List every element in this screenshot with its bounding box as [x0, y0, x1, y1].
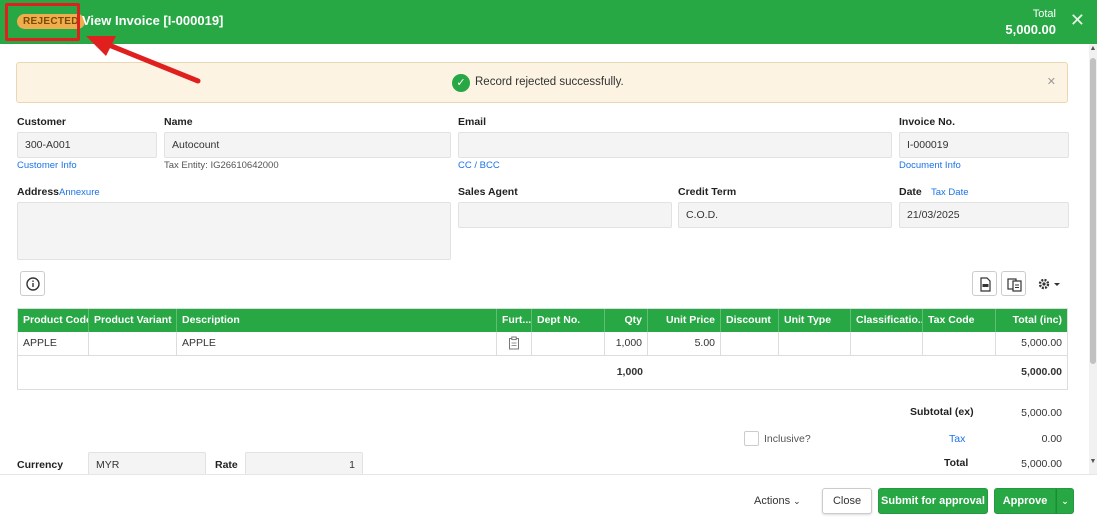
line-items-table: Product Code Product Variant Description…	[17, 308, 1068, 390]
table-row[interactable]: APPLE APPLE 1,000 5.00 5,000.00	[18, 332, 1067, 356]
copy-document-button[interactable]	[1001, 271, 1026, 296]
cell-further[interactable]	[497, 332, 532, 355]
clipboard-icon[interactable]	[508, 336, 520, 350]
cell-description[interactable]: APPLE	[177, 332, 497, 355]
rate-field[interactable]: 1	[245, 452, 363, 474]
document-info-link[interactable]: Document Info	[899, 160, 961, 171]
cell-total[interactable]: 5,000.00	[996, 332, 1067, 355]
sum-qty: 1,000	[616, 366, 643, 378]
cell-qty[interactable]: 1,000	[605, 332, 648, 355]
action-footer: Actions ⌄ Close Submit for approval Appr…	[0, 474, 1097, 532]
cell-discount[interactable]	[721, 332, 779, 355]
date-field[interactable]: 21/03/2025	[899, 202, 1069, 228]
inclusive-label: Inclusive?	[764, 433, 811, 445]
cell-classification[interactable]	[851, 332, 923, 355]
chevron-down-icon: ⌄	[1061, 496, 1069, 506]
sales-agent-field[interactable]	[458, 202, 672, 228]
approve-button[interactable]: Approve	[994, 488, 1056, 514]
approve-dropdown-button[interactable]: ⌄	[1056, 488, 1074, 514]
col-description[interactable]: Description	[177, 309, 497, 332]
col-product-variant[interactable]: Product Variant	[89, 309, 177, 332]
col-product-code[interactable]: Product Code	[18, 309, 89, 332]
name-field[interactable]: Autocount	[164, 132, 451, 158]
customer-field[interactable]: 300-A001	[17, 132, 157, 158]
subtotal-value: 5,000.00	[1021, 407, 1062, 419]
close-button[interactable]: Close	[822, 488, 872, 514]
table-header: Product Code Product Variant Description…	[18, 309, 1067, 332]
settings-dropdown[interactable]	[1035, 275, 1065, 295]
invoice-body: ✓ Record rejected successfully. ✕ Custom…	[0, 44, 1089, 474]
tax-link[interactable]: Tax	[949, 433, 965, 445]
tax-value: 0.00	[1041, 433, 1062, 445]
info-button[interactable]	[20, 271, 45, 296]
currency-label: Currency	[17, 459, 64, 471]
col-dept-no[interactable]: Dept No.	[532, 309, 605, 332]
invoice-no-field[interactable]: I-000019	[899, 132, 1069, 158]
alert-message: Record rejected successfully.	[475, 76, 624, 88]
total-value: 5,000.00	[1021, 458, 1062, 470]
name-label: Name	[164, 116, 193, 128]
submit-for-approval-button[interactable]: Submit for approval	[878, 488, 988, 514]
email-label: Email	[458, 116, 487, 128]
address-field[interactable]	[17, 202, 451, 260]
tax-date-link[interactable]: Tax Date	[931, 187, 969, 198]
credit-term-label: Credit Term	[678, 186, 737, 198]
credit-term-field[interactable]: C.O.D.	[678, 202, 892, 228]
pdf-icon	[980, 277, 991, 292]
tax-entity-text: Tax Entity: IG26610642000	[164, 160, 279, 171]
date-label: Date	[899, 186, 922, 198]
customer-label: Customer	[17, 116, 67, 128]
sum-total: 5,000.00	[1021, 366, 1062, 378]
scroll-down-arrow-icon[interactable]: ▼	[1089, 458, 1097, 465]
gear-icon	[1038, 278, 1060, 290]
currency-field[interactable]: MYR	[88, 452, 206, 474]
cell-dept-no[interactable]	[532, 332, 605, 355]
cell-tax-code[interactable]	[923, 332, 996, 355]
cc-bcc-link[interactable]: CC / BCC	[458, 160, 500, 171]
col-classification[interactable]: Classificatio...	[851, 309, 923, 332]
subtotal-label: Subtotal (ex)	[910, 406, 974, 418]
email-field[interactable]	[458, 132, 892, 158]
actions-menu[interactable]: Actions ⌄	[754, 495, 801, 507]
address-label: Address	[17, 186, 60, 198]
sales-agent-label: Sales Agent	[458, 186, 518, 198]
pdf-export-button[interactable]	[972, 271, 997, 296]
info-icon	[26, 277, 40, 291]
copy-document-icon	[1007, 278, 1022, 292]
col-further[interactable]: Furt...	[497, 309, 532, 332]
table-summary-row: 1,000 5,000.00	[18, 356, 1067, 389]
inclusive-checkbox[interactable]	[744, 431, 759, 446]
header-total-label: Total	[1032, 8, 1056, 20]
chevron-down-icon: ⌄	[793, 496, 801, 506]
scrollbar-thumb[interactable]	[1090, 58, 1096, 364]
col-tax-code[interactable]: Tax Code	[923, 309, 996, 332]
scroll-up-arrow-icon[interactable]: ▲	[1089, 45, 1097, 52]
cell-product-variant[interactable]	[89, 332, 177, 355]
invoice-no-label: Invoice No.	[899, 116, 956, 128]
annotation-arrow-icon	[86, 36, 201, 84]
page-title: View Invoice [I-000019]	[82, 13, 224, 28]
col-unit-type[interactable]: Unit Type	[779, 309, 851, 332]
alert-close-icon[interactable]: ✕	[1047, 75, 1056, 88]
total-label: Total	[944, 457, 969, 469]
status-highlight-box	[5, 3, 80, 41]
annexure-link[interactable]: Annexure	[59, 187, 100, 198]
check-circle-icon: ✓	[452, 74, 470, 92]
header-total-value: 5,000.00	[1005, 22, 1056, 37]
cell-unit-type[interactable]	[779, 332, 851, 355]
col-qty[interactable]: Qty	[605, 309, 648, 332]
col-total-inc[interactable]: Total (inc)	[996, 309, 1067, 332]
rate-label: Rate	[215, 459, 238, 471]
cell-product-code[interactable]: APPLE	[18, 332, 89, 355]
actions-label: Actions	[754, 495, 791, 507]
col-unit-price[interactable]: Unit Price	[648, 309, 721, 332]
close-icon[interactable]: ✕	[1070, 10, 1085, 30]
cell-unit-price[interactable]: 5.00	[648, 332, 721, 355]
col-discount[interactable]: Discount	[721, 309, 779, 332]
customer-info-link[interactable]: Customer Info	[17, 160, 77, 171]
